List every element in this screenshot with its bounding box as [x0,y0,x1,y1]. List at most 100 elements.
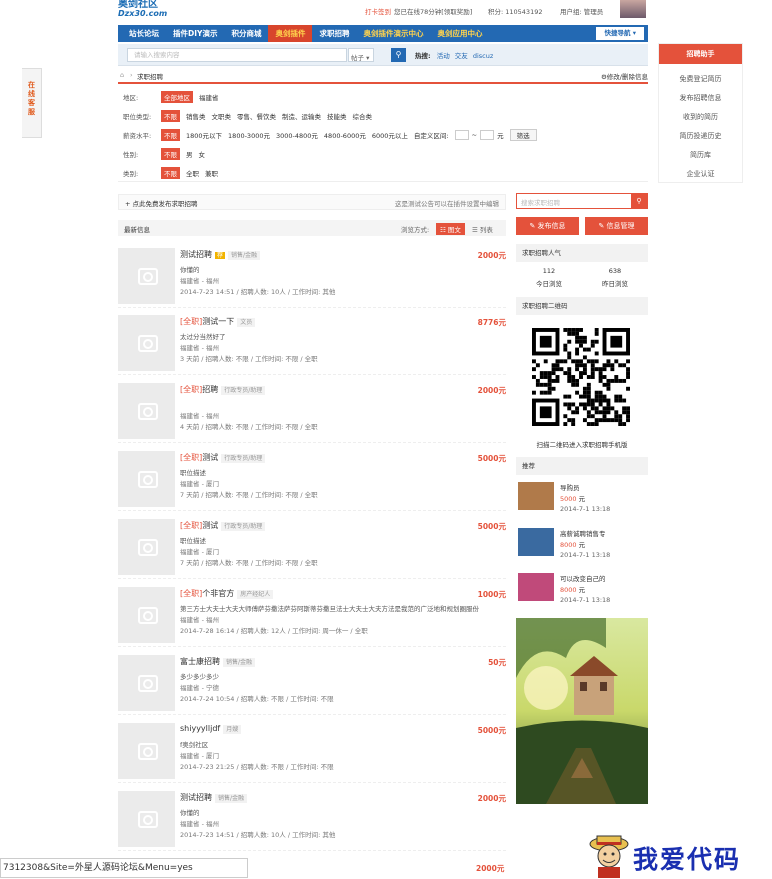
listing-item[interactable]: [全职]测试一下 文员 8776元 太过分当然好了 福建省 - 福州 3 天前 / 招聘人… [118,315,506,375]
filter-option-selected[interactable]: 全部地区 [161,91,193,103]
recommend-image[interactable] [518,482,554,510]
recommend-item[interactable]: 可以改变自己的 8000 元 2014-7-1 13:18 [516,573,648,617]
edit-info-link[interactable]: ⚙修改/删除信息 [601,71,648,81]
filter-option[interactable]: 制造、运输类 [282,111,321,121]
nav-item[interactable]: 积分商城 [224,25,268,42]
listing-title[interactable]: [全职]测试 行政专员/助理 [180,520,266,531]
filter-option[interactable]: 销售类 [186,111,206,121]
search-button[interactable]: ⚲ [391,48,406,62]
quick-nav-button[interactable]: 快捷导航 ▾ [596,27,644,40]
filter-option[interactable]: 1800元以下 [186,130,222,140]
listing-meta: 2014-7-24 10:54 / 招聘人数: 不限 / 工作时间: 不限 [180,695,334,703]
listing-thumbnail[interactable] [118,519,175,575]
listing-thumbnail[interactable] [118,383,175,439]
side-search-button[interactable]: ⚲ [631,194,647,208]
salary-max-input[interactable] [480,130,495,140]
listing-item[interactable]: [全职]测试 行政专员/助理 5000元 职位描述 福建省 - 厦门 7 天前 / 招聘人… [118,519,506,579]
post-link[interactable]: + 点此免费发布求职招聘 [125,198,198,208]
breadcrumb-current[interactable]: 求职招聘 [137,71,163,81]
listing-thumbnail[interactable] [118,248,175,304]
recommend-title-text[interactable]: 可以改变自己的 [560,573,606,583]
nav-item[interactable]: 奥剑应用中心 [430,25,489,42]
filter-option-selected[interactable]: 不限 [161,110,180,122]
filter-option[interactable]: 3000-4800元 [276,130,318,140]
nav-item[interactable]: 站长论坛 [122,25,166,42]
listing-title[interactable]: 测试招聘 销售/金融 [180,792,248,803]
recommend-image[interactable] [518,573,554,601]
filter-option[interactable]: 技能类 [327,111,347,121]
salary-min-input[interactable] [454,130,469,140]
online-time[interactable]: 您已在线78分钟[领取奖励] [394,6,472,16]
recommend-item[interactable]: 高薪诚聘销售专 8000 元 2014-7-1 13:18 [516,528,648,572]
helper-link[interactable]: 简历库 [659,146,742,165]
view-grid-button[interactable]: ☷ 图文 [436,223,465,235]
recommend-title-text[interactable]: 导购员 [560,482,580,492]
listing-title[interactable]: [全职]测试 行政专员/助理 [180,452,266,463]
online-service-tab[interactable]: 在线客服 [22,68,42,138]
hot-link[interactable]: 交友 [455,52,468,60]
user-group[interactable]: 用户组: 管理员 [560,6,603,16]
signin-link[interactable]: 打卡签到 [365,6,391,16]
nav-item[interactable]: 求职招聘 [312,25,356,42]
listing-title[interactable]: 富士康招聘 销售/金融 [180,656,256,667]
listing-title[interactable]: 测试招聘荐销售/金融 [180,249,261,260]
filter-option[interactable]: 全职 [186,168,199,178]
listing-thumbnail[interactable] [118,315,175,371]
filter-option[interactable]: 1800-3000元 [228,130,270,140]
listing-title[interactable]: [全职]招聘 行政专员/助理 [180,384,266,395]
listing-item[interactable]: 测试招聘荐销售/金融 2000元 你懂的 福建省 - 福州 2014-7-23 14:5… [118,248,506,308]
view-list-button[interactable]: ☰ 列表 [472,224,493,234]
filter-button[interactable]: 筛选 [509,129,537,141]
helper-link[interactable]: 发布招聘信息 [659,89,742,108]
listing-title[interactable]: shiyyylljdf 月嫂 [180,724,242,734]
nav-item[interactable]: 插件DIY演示 [166,25,224,42]
filter-option-selected[interactable]: 不限 [161,148,180,160]
listing-item[interactable]: shiyyylljdf 月嫂 5000元 f奥剑社区 福建省 - 厦门 2014-7-23… [118,723,506,783]
listing-item[interactable]: [全职]测试 行政专员/助理 5000元 职位描述 福建省 - 厦门 7 天前 / 招聘人… [118,451,506,511]
nav-item-active[interactable]: 奥剑插件 [268,25,313,42]
ad-banner[interactable] [516,618,648,804]
filter-option[interactable]: 4800-6000元 [324,130,366,140]
listing-item[interactable]: 富士康招聘 销售/金融 50元 多少多少多少 福建省 - 宁德 2014-7-24 10:… [118,655,506,715]
filter-option[interactable]: 女 [199,149,206,159]
search-input[interactable]: 请输入搜索内容 [127,48,347,62]
filter-option[interactable]: 兼职 [205,168,218,178]
recommend-image[interactable] [518,528,554,556]
listing-thumbnail[interactable] [118,655,175,711]
filter-option[interactable]: 文职类 [212,111,232,121]
listing-thumbnail[interactable] [118,723,175,779]
filter-option-selected[interactable]: 不限 [161,167,180,179]
search-type-select[interactable]: 帖子 ▾ [348,48,374,62]
listing-thumbnail[interactable] [118,587,175,643]
hot-link[interactable]: 活动 [437,52,450,60]
points[interactable]: 积分: 110543192 [488,6,542,16]
filter-option[interactable]: 综合类 [353,111,373,121]
filter-option-selected[interactable]: 不限 [161,129,180,141]
hot-link[interactable]: discuz [473,52,493,60]
helper-link[interactable]: 企业认证 [659,165,742,184]
helper-link[interactable]: 简历投递历史 [659,127,742,146]
filter-option[interactable]: 6000元以上 [372,130,408,140]
filter-option[interactable]: 零售、餐饮类 [237,111,276,121]
listing-title[interactable]: [全职]个非官方 房产经纪人 [180,588,274,599]
helper-link[interactable]: 收到的简历 [659,108,742,127]
helper-link[interactable]: 免费登记简历 [659,70,742,89]
avatar[interactable] [620,0,646,18]
listing-item[interactable]: [全职]招聘 行政专员/助理 2000元 福建省 - 福州 4 天前 / 招聘人数: 不… [118,383,506,443]
manage-button[interactable]: ✎ 信息管理 [585,217,648,235]
recommend-title-text[interactable]: 高薪诚聘销售专 [560,528,606,538]
side-search-input[interactable]: 搜索求职招聘 [521,197,560,207]
site-logo[interactable]: 奥剑社区 Dzx30.com [118,0,167,18]
recommend-title: 推荐 [516,457,648,475]
listing-title[interactable]: [全职]测试一下 文员 [180,316,256,327]
filter-option[interactable]: 福建省 [199,92,219,102]
listing-thumbnail[interactable] [118,451,175,507]
publish-button[interactable]: ✎ 发布信息 [516,217,579,235]
listing-item[interactable]: 测试招聘 销售/金融 2000元 你懂的 福建省 - 福州 2014-7-23 14:51… [118,791,506,851]
listing-item[interactable]: [全职]个非官方 房产经纪人 1000元 第三方士大夫士大夫大师傅萨芬撒法萨芬阿斯蒂芬… [118,587,506,647]
home-icon[interactable]: ⌂ [120,71,124,79]
nav-item[interactable]: 奥剑插件演示中心 [356,25,430,42]
recommend-item[interactable]: 导购员 5000 元 2014-7-1 13:18 [516,482,648,526]
listing-thumbnail[interactable] [118,791,175,847]
filter-option[interactable]: 男 [186,149,193,159]
